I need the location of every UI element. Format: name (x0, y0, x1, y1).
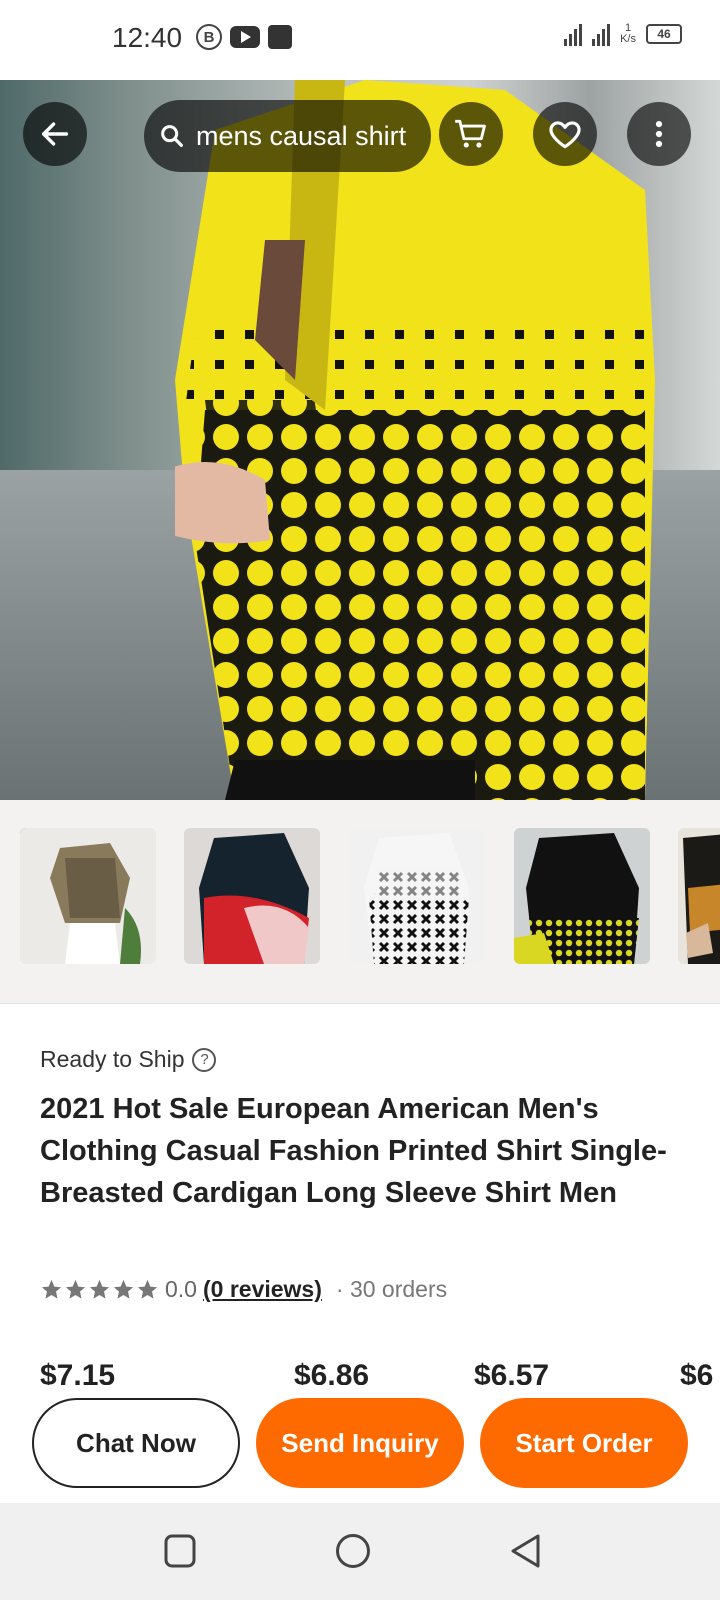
thumbnail-4[interactable] (514, 828, 650, 964)
price-tier-1: $7.15 (40, 1359, 116, 1385)
signal-icon-2 (592, 22, 611, 46)
thumbnail-5-image (678, 828, 720, 964)
rating-value: 0.0 (165, 1276, 197, 1302)
cart-button[interactable] (439, 102, 503, 166)
star-icon (89, 1279, 110, 1299)
back-triangle-icon[interactable] (508, 1533, 542, 1569)
signal-icon (564, 22, 583, 46)
system-nav-bar (0, 1503, 720, 1600)
price-tier-4: $6 (680, 1359, 714, 1385)
network-speed: 1 K/s (620, 22, 636, 45)
reviews-link[interactable]: (0 reviews) (203, 1276, 322, 1303)
heart-icon (549, 121, 581, 149)
price-tier-3: $6.57 (474, 1359, 550, 1385)
more-vertical-icon (655, 120, 663, 148)
home-circle-icon[interactable] (335, 1533, 371, 1569)
product-hero-image[interactable]: mens causal shirt (0, 80, 720, 800)
product-info: Ready to Ship ? 2021 Hot Sale European A… (0, 1003, 720, 1385)
back-arrow-icon (41, 122, 69, 146)
shirt-illustration (175, 80, 655, 800)
thumbnail-3-image (349, 828, 485, 964)
search-bar[interactable]: mens causal shirt (144, 100, 431, 172)
battery-icon: 46 (646, 24, 682, 44)
favorite-button[interactable] (533, 102, 597, 166)
thumbnail-3[interactable] (349, 828, 485, 964)
start-order-button[interactable]: Start Order (480, 1398, 688, 1488)
app-notification-icon (268, 25, 292, 49)
product-title: 2021 Hot Sale European American Men's Cl… (40, 1093, 667, 1209)
ready-to-ship-label: Ready to Ship (40, 1046, 185, 1072)
star-icon (65, 1279, 86, 1299)
status-time: 12:40 (112, 22, 183, 53)
search-text: mens causal shirt (196, 120, 407, 151)
thumbnail-1[interactable] (20, 828, 156, 964)
rating-row: 0.0 (0 reviews) · 30 orders (40, 1276, 447, 1303)
youtube-icon (230, 26, 260, 48)
star-icon (137, 1279, 158, 1299)
recents-square-icon[interactable] (163, 1533, 197, 1569)
b-badge-icon: B (196, 24, 222, 50)
action-bar: Chat Now Send Inquiry Start Order (0, 1385, 720, 1503)
thumbnail-1-image (20, 828, 156, 964)
ready-to-ship: Ready to Ship ? (40, 1046, 217, 1073)
send-inquiry-button[interactable]: Send Inquiry (256, 1398, 464, 1488)
star-icon (41, 1279, 62, 1299)
chat-now-button[interactable]: Chat Now (32, 1398, 240, 1488)
thumbnail-5[interactable] (678, 828, 720, 964)
star-rating (40, 1278, 159, 1301)
more-options-button[interactable] (627, 102, 691, 166)
status-bar: 12:40 B 1 K/s 46 (0, 0, 720, 80)
star-icon (113, 1279, 134, 1299)
thumbnail-2[interactable] (184, 828, 320, 964)
search-icon (161, 125, 183, 147)
thumbnail-strip[interactable] (0, 800, 720, 1003)
price-tier-2: $6.86 (294, 1359, 370, 1385)
cart-icon (455, 119, 486, 148)
thumbnail-4-image (514, 828, 650, 964)
back-button[interactable] (23, 102, 87, 166)
help-icon[interactable]: ? (192, 1047, 217, 1072)
orders-count: · 30 orders (335, 1276, 448, 1302)
thumbnail-2-image (184, 828, 320, 964)
